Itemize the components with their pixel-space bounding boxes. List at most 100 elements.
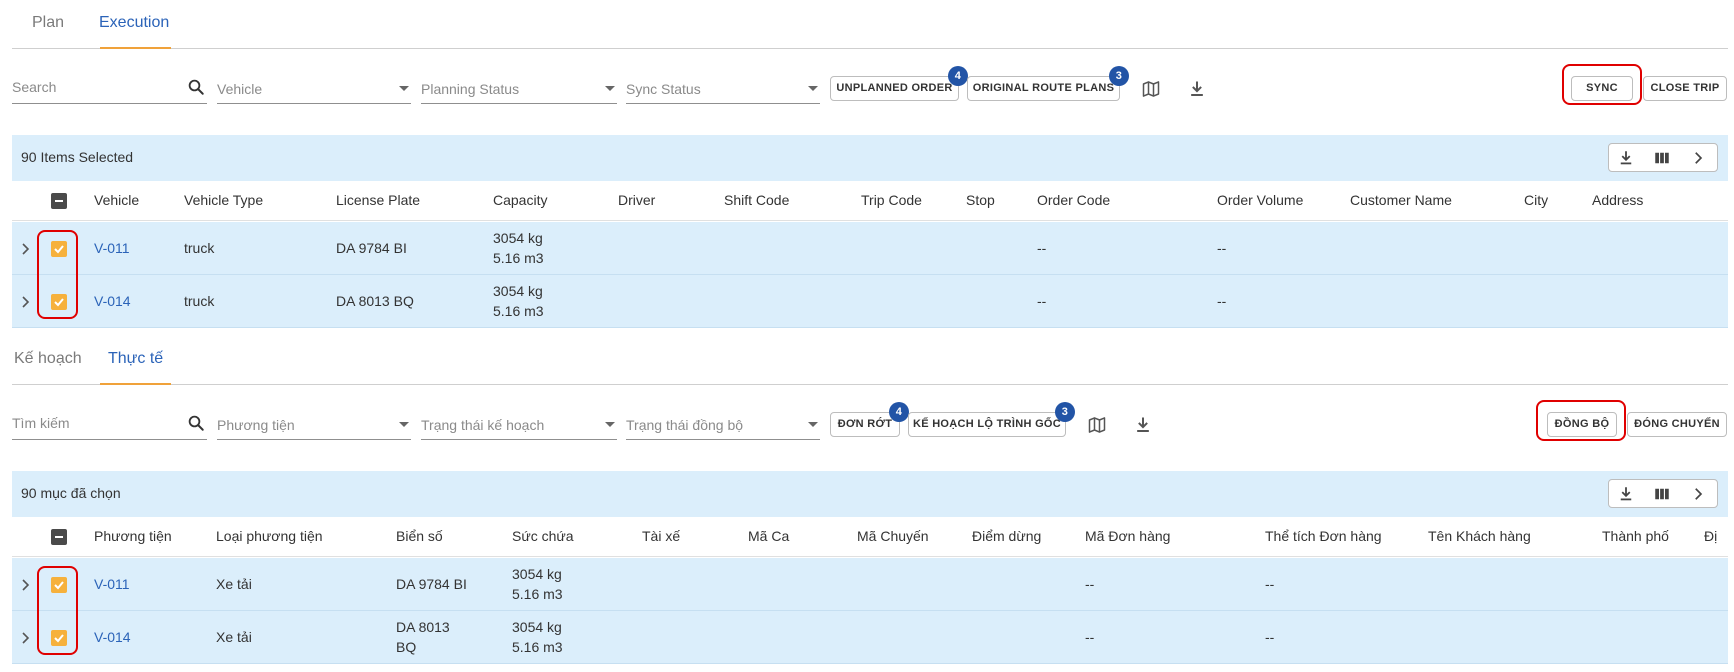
unplanned-order-button[interactable]: ĐƠN RỚT 4 [830,402,909,437]
sync-status-label: Sync Status [626,81,701,97]
column-header[interactable]: City [1524,192,1548,208]
search-input[interactable] [12,415,182,431]
column-header[interactable]: Trip Code [861,192,922,208]
capacity-volume-cell: 5.16 m3 [493,250,544,266]
vehicle-link[interactable]: V-014 [94,629,131,645]
order-code-cell: -- [1037,293,1047,309]
tab-plan[interactable]: Plan [32,14,64,32]
expand-row-icon[interactable] [20,243,30,255]
column-header[interactable]: Mã Đơn hàng [1085,528,1170,544]
table-row[interactable]: V-014 Xe tải DA 8013 BQ 3054 kg 5.16 m3 … [12,611,1728,664]
table-row[interactable]: V-014 truck DA 8013 BQ 3054 kg 5.16 m3 -… [12,275,1728,328]
expand-row-icon[interactable] [20,296,30,308]
vehicle-select[interactable]: Vehicle [217,76,411,104]
chevron-down-icon [399,422,409,427]
column-header[interactable]: Biển số [396,528,443,544]
toolbar: Vehicle Planning Status Sync Status UNPL… [0,60,1734,110]
column-header[interactable]: Loại phương tiện [216,528,323,544]
table-row[interactable]: V-011 Xe tải DA 9784 BI 3054 kg 5.16 m3 … [12,558,1728,611]
select-all-checkbox[interactable] [51,529,67,545]
search-icon[interactable] [187,414,205,432]
sync-status-select[interactable]: Sync Status [626,76,820,104]
close-trip-button[interactable]: ĐÓNG CHUYẾN [1627,412,1727,437]
column-header[interactable]: Order Volume [1217,192,1303,208]
order-volume-cell: -- [1265,629,1275,645]
column-header[interactable]: Thể tích Đơn hàng [1265,528,1382,544]
column-header[interactable]: Order Code [1037,192,1110,208]
download-icon[interactable] [1187,79,1207,99]
tab-execution[interactable]: Execution [99,14,169,32]
expand-row-icon[interactable] [20,632,30,644]
column-header[interactable]: Vehicle Type [184,192,263,208]
sync-status-select[interactable]: Trạng thái đồng bộ [626,412,820,440]
table-actions [1608,143,1718,172]
table-row[interactable]: V-011 truck DA 9784 BI 3054 kg 5.16 m3 -… [12,222,1728,275]
original-route-plans-button[interactable]: ORIGINAL ROUTE PLANS 3 [967,66,1129,101]
capacity-weight-cell: 3054 kg [512,619,562,635]
export-icon[interactable] [1617,485,1635,503]
column-header[interactable]: Đị [1704,528,1717,544]
search-icon[interactable] [187,78,205,96]
column-header[interactable]: Tên Khách hàng [1428,528,1531,544]
map-icon[interactable] [1087,415,1107,435]
vehicle-select[interactable]: Phương tiện [217,412,411,440]
active-tab-indicator [100,47,171,49]
column-header[interactable]: Address [1592,192,1643,208]
capacity-volume-cell: 5.16 m3 [512,639,563,655]
column-header[interactable]: Sức chứa [512,528,574,544]
column-header[interactable]: Shift Code [724,192,789,208]
planning-status-select[interactable]: Planning Status [421,76,617,104]
order-volume-cell: -- [1217,293,1227,309]
selection-count: 90 Items Selected [21,149,134,165]
chevron-right-icon[interactable] [1689,149,1707,167]
active-tab-indicator [100,383,171,385]
execution-panel-en: Plan Execution Vehicle Planning Status S… [0,0,1734,336]
order-code-cell: -- [1085,629,1095,645]
close-trip-button[interactable]: CLOSE TRIP [1643,76,1727,101]
unplanned-order-label: UNPLANNED ORDER [836,82,953,94]
planning-status-label: Trạng thái kế hoạch [421,417,545,433]
search-input[interactable] [12,79,182,95]
planning-status-select[interactable]: Trạng thái kế hoạch [421,412,617,440]
vehicle-link[interactable]: V-011 [94,576,130,592]
expand-row-icon[interactable] [20,579,30,591]
column-header[interactable]: Thành phố [1602,528,1669,544]
chevron-right-icon[interactable] [1689,485,1707,503]
column-header[interactable]: Tài xế [642,528,680,544]
tab-plan[interactable]: Kế hoạch [14,350,82,368]
vehicle-link[interactable]: V-011 [94,240,130,256]
table-actions [1608,479,1718,508]
column-header[interactable]: Mã Chuyến [857,528,929,544]
capacity-volume-cell: 5.16 m3 [512,586,563,602]
column-header[interactable]: Capacity [493,192,547,208]
selection-bar: 90 mục đã chọn [12,471,1728,517]
license-plate-cell: DA 9784 BI [396,576,467,592]
tab-execution[interactable]: Thực tế [108,350,163,368]
column-header[interactable]: Customer Name [1350,192,1452,208]
export-icon[interactable] [1617,149,1635,167]
columns-icon[interactable] [1653,149,1671,167]
columns-icon[interactable] [1653,485,1671,503]
original-route-plans-button[interactable]: KẾ HOẠCH LỘ TRÌNH GỐC 3 [908,402,1075,437]
search-field [12,412,207,440]
column-header[interactable]: License Plate [336,192,420,208]
column-header[interactable]: Stop [966,192,995,208]
column-header[interactable]: Điểm dừng [972,528,1041,544]
vehicle-link[interactable]: V-014 [94,293,131,309]
chevron-down-icon [605,86,615,91]
download-icon[interactable] [1133,415,1153,435]
map-icon[interactable] [1141,79,1161,99]
search-field [12,76,207,104]
column-header[interactable]: Phương tiện [94,528,172,544]
column-header[interactable]: Mã Ca [748,528,789,544]
unplanned-order-label: ĐƠN RỚT [837,418,893,430]
original-route-plans-label: KẾ HOẠCH LỘ TRÌNH GỐC [912,418,1062,430]
vehicle-type-cell: Xe tải [216,576,252,592]
unplanned-order-count-badge: 4 [889,402,909,422]
column-header[interactable]: Vehicle [94,192,139,208]
select-all-checkbox[interactable] [51,193,67,209]
vehicle-select-label: Phương tiện [217,417,295,433]
toolbar: Phương tiện Trạng thái kế hoạch Trạng th… [0,396,1734,446]
column-header[interactable]: Driver [618,192,655,208]
unplanned-order-button[interactable]: UNPLANNED ORDER 4 [830,66,968,101]
